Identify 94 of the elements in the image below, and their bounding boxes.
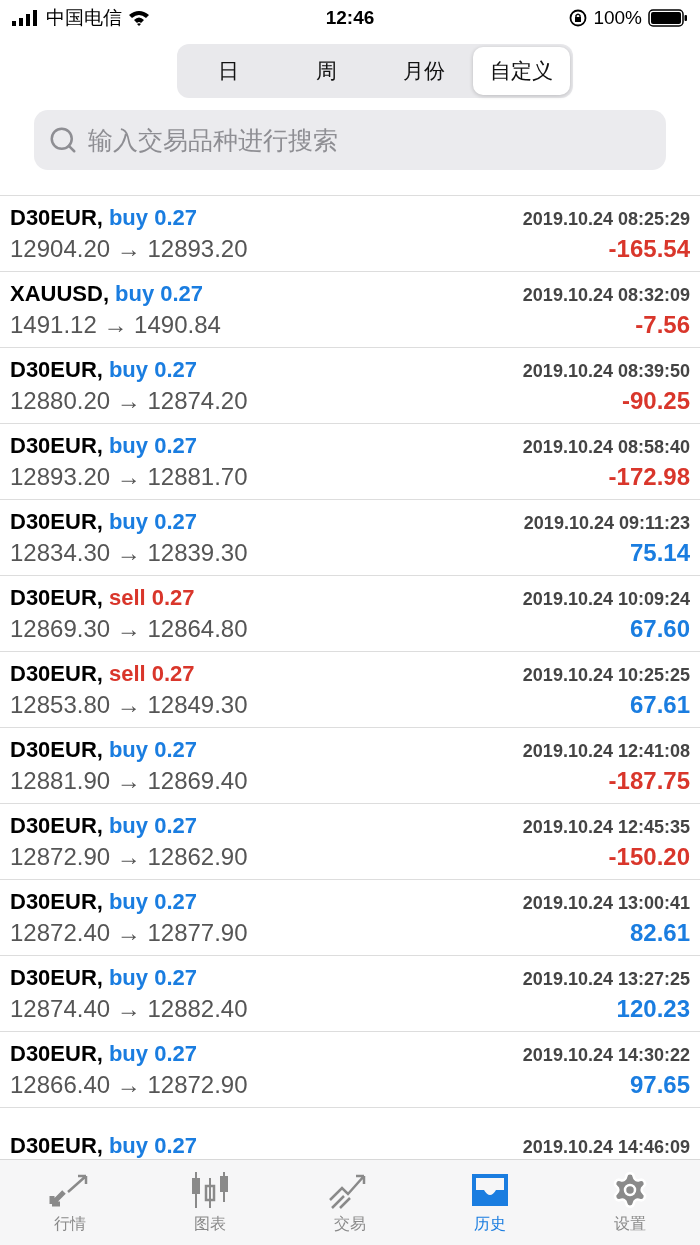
deal-order: buy 0.27 <box>108 356 197 383</box>
deal-symbol: XAUUSD, <box>10 280 109 307</box>
deal-order: buy 0.27 <box>108 204 197 231</box>
deal-row[interactable]: D30EUR, sell 0.27 2019.10.24 10:09:24 12869.30 → 12864.80 67.60 <box>0 576 700 652</box>
deal-order: buy 0.27 <box>108 1040 197 1067</box>
deal-row[interactable]: XAUUSD, buy 0.27 2019.10.24 08:32:09 1491.12 → 1490.84 -7.56 <box>0 272 700 348</box>
deal-prices: 12893.20 → 12881.70 <box>10 462 248 491</box>
wifi-icon <box>128 10 150 26</box>
deal-time: 2019.10.24 08:58:40 <box>522 436 690 458</box>
deal-time: 2019.10.24 12:41:08 <box>522 740 690 762</box>
deal-profit: 67.61 <box>629 690 690 719</box>
tab-label: 图表 <box>194 1214 226 1234</box>
deal-prices: 12872.40 → 12877.90 <box>10 918 248 947</box>
deal-prices: 12881.90 → 12869.40 <box>10 766 248 795</box>
deal-profit: 97.65 <box>629 1070 690 1099</box>
deal-row[interactable]: D30EUR, buy 0.27 2019.10.24 09:11:23 12834.30 → 12839.30 75.14 <box>0 500 700 576</box>
deal-profit: 82.61 <box>629 918 690 947</box>
deal-symbol: D30EUR, <box>10 812 103 839</box>
deal-time: 2019.10.24 08:25:29 <box>522 208 690 230</box>
deal-order: buy 0.27 <box>108 736 197 763</box>
period-tab[interactable]: 周 <box>277 47 375 95</box>
deal-profit: -172.98 <box>608 462 690 491</box>
deal-time: 2019.10.24 09:11:23 <box>523 512 690 534</box>
deal-symbol: D30EUR, <box>10 356 103 383</box>
deal-order: buy 0.27 <box>108 812 197 839</box>
period-tab[interactable]: 自定义 <box>472 47 570 95</box>
deal-order: sell 0.27 <box>108 660 195 687</box>
deal-profit: -7.56 <box>635 310 690 339</box>
deal-symbol: D30EUR, <box>10 964 103 991</box>
deal-prices: 12834.30 → 12839.30 <box>10 538 248 567</box>
deal-prices: 12874.40 → 12882.40 <box>10 994 248 1023</box>
deal-prices: 12866.40 → 12872.90 <box>10 1070 248 1099</box>
deal-time: 2019.10.24 08:32:09 <box>522 284 690 306</box>
deal-profit: 120.23 <box>616 994 690 1023</box>
deal-order: buy 0.27 <box>108 964 197 991</box>
tab-label: 行情 <box>54 1214 86 1234</box>
deal-profit: -90.25 <box>621 386 690 415</box>
deal-row[interactable]: D30EUR, buy 0.27 2019.10.24 08:58:40 12893.20 → 12881.70 -172.98 <box>0 424 700 500</box>
deal-order: buy 0.27 <box>108 1132 197 1159</box>
deal-symbol: D30EUR, <box>10 1132 103 1159</box>
deal-row[interactable]: D30EUR, buy 0.27 2019.10.24 12:41:08 12881.90 → 12869.40 -187.75 <box>0 728 700 804</box>
deal-order: buy 0.27 <box>108 508 197 535</box>
deal-time: 2019.10.24 08:39:50 <box>522 360 690 382</box>
deal-time: 2019.10.24 10:25:25 <box>522 664 690 686</box>
deal-symbol: D30EUR, <box>10 204 103 231</box>
deal-profit: -165.54 <box>608 234 690 263</box>
period-tab[interactable]: 月份 <box>375 47 473 95</box>
deal-row[interactable]: D30EUR, buy 0.27 2019.10.24 08:39:50 12880.20 → 12874.20 -90.25 <box>0 348 700 424</box>
deal-order: buy 0.27 <box>108 432 197 459</box>
deal-symbol: D30EUR, <box>10 736 103 763</box>
deal-profit: -150.20 <box>608 842 690 871</box>
search-icon <box>48 125 78 155</box>
deal-prices: 1491.12 → 1490.84 <box>10 310 221 339</box>
deal-symbol: D30EUR, <box>10 660 103 687</box>
deal-prices: 12872.90 → 12862.90 <box>10 842 248 871</box>
deal-row[interactable]: D30EUR, buy 0.27 2019.10.24 13:27:25 12874.40 → 12882.40 120.23 <box>0 956 700 1032</box>
tab-label: 设置 <box>614 1214 646 1234</box>
deal-profit: 75.14 <box>629 538 690 567</box>
deal-prices: 12880.20 → 12874.20 <box>10 386 248 415</box>
deal-symbol: D30EUR, <box>10 508 103 535</box>
rotation-lock-icon <box>569 9 588 27</box>
deal-profit: 67.60 <box>629 614 690 643</box>
deal-time: 2019.10.24 14:30:22 <box>522 1044 690 1066</box>
deal-symbol: D30EUR, <box>10 888 103 915</box>
deal-time: 2019.10.24 13:27:25 <box>522 968 690 990</box>
deal-time: 2019.10.24 13:00:41 <box>522 892 690 914</box>
deal-symbol: D30EUR, <box>10 1040 103 1067</box>
deal-row[interactable]: D30EUR, buy 0.27 2019.10.24 14:30:22 12866.40 → 12872.90 97.65 <box>0 1032 700 1108</box>
tab-label: 交易 <box>334 1214 366 1234</box>
deal-symbol: D30EUR, <box>10 584 103 611</box>
search-field[interactable]: 输入交易品种进行搜索 <box>34 110 666 170</box>
deal-row[interactable]: D30EUR, buy 0.27 2019.10.24 12:45:35 12872.90 → 12862.90 -150.20 <box>0 804 700 880</box>
deal-symbol: D30EUR, <box>10 432 103 459</box>
deal-profit: -187.75 <box>608 766 690 795</box>
deal-row[interactable]: D30EUR, buy 0.27 2019.10.24 08:25:29 12904.20 → 12893.20 -165.54 <box>0 196 700 272</box>
period-tab[interactable]: 日 <box>180 47 278 95</box>
deal-prices: 12869.30 → 12864.80 <box>10 614 248 643</box>
deal-time: 2019.10.24 10:09:24 <box>522 588 690 610</box>
tab-bar-item[interactable]: 历史 <box>420 1160 560 1245</box>
deal-row[interactable]: D30EUR, sell 0.27 2019.10.24 10:25:25 12853.80 → 12849.30 67.61 <box>0 652 700 728</box>
battery-percent: 100% <box>593 7 642 29</box>
deal-time: 2019.10.24 14:46:09 <box>522 1136 690 1158</box>
deal-prices: 12904.20 → 12893.20 <box>10 234 248 263</box>
deal-row[interactable]: D30EUR, buy 0.27 2019.10.24 13:00:41 12872.40 → 12877.90 82.61 <box>0 880 700 956</box>
signal-icon <box>12 10 40 26</box>
deal-order: sell 0.27 <box>108 584 195 611</box>
tab-label: 历史 <box>474 1214 506 1234</box>
clock-time: 12:46 <box>325 7 375 29</box>
deal-order: buy 0.27 <box>115 280 204 307</box>
deal-time: 2019.10.24 12:45:35 <box>522 816 690 838</box>
carrier-name: 中国电信 <box>46 6 122 30</box>
battery-icon <box>648 9 688 27</box>
deal-prices: 12853.80 → 12849.30 <box>10 690 248 719</box>
deal-order: buy 0.27 <box>108 888 197 915</box>
